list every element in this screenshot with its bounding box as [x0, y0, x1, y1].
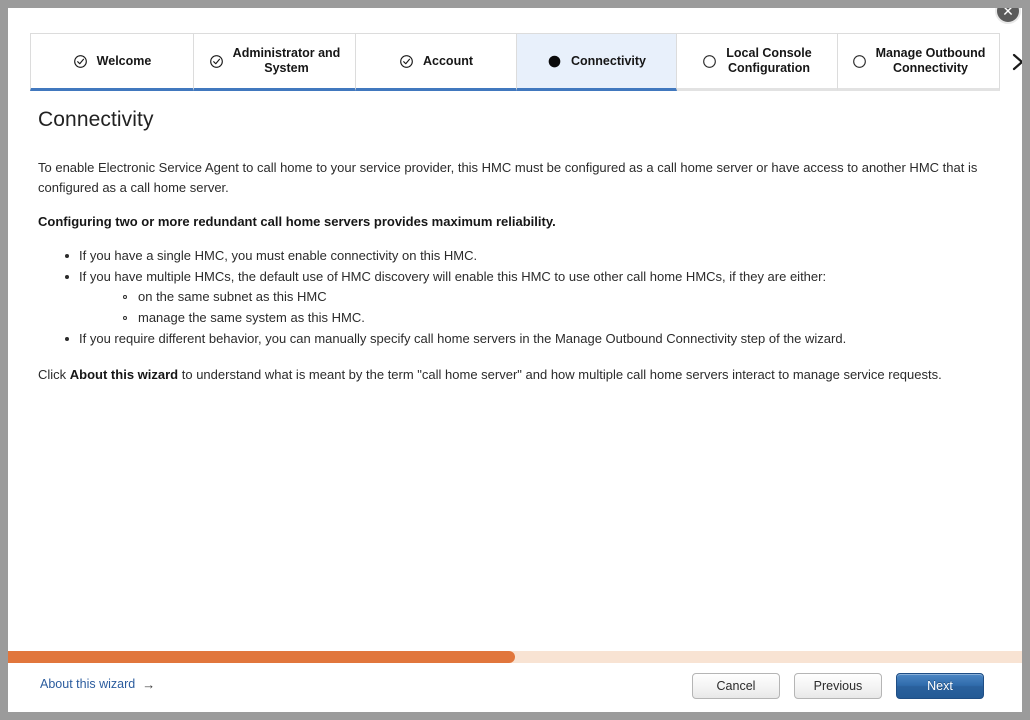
closing-paragraph: Click About this wizard to understand wh… — [38, 365, 984, 385]
subbullet-text: on the same subnet as this HMC — [138, 289, 327, 304]
subbullet-text: manage the same system as this HMC. — [138, 310, 365, 325]
close-icon[interactable]: ✕ — [995, 8, 1021, 24]
bullet-text: If you have multiple HMCs, the default u… — [79, 269, 827, 284]
bullet-text: If you require different behavior, you c… — [79, 331, 847, 346]
previous-button[interactable]: Previous — [794, 673, 882, 699]
emphasis-paragraph: Configuring two or more redundant call h… — [38, 214, 556, 229]
next-button[interactable]: Next — [896, 673, 984, 699]
wizard-progress-fill — [8, 651, 515, 663]
wizard-window: ✕ Welcome Administrator and System Account… — [8, 8, 1022, 712]
tab-label: Account — [423, 53, 473, 68]
tab-label: Connectivity — [570, 53, 646, 68]
cancel-button[interactable]: Cancel — [692, 673, 780, 699]
closing-suffix: to understand what is meant by the term … — [178, 367, 942, 382]
close-glyph: ✕ — [1002, 8, 1014, 19]
arrow-right-icon: → — [142, 676, 156, 692]
connectivity-bullet-list: If you have a single HMC, you must enabl… — [38, 246, 988, 349]
list-item: manage the same system as this HMC. — [123, 308, 988, 328]
empty-circle-icon — [852, 54, 866, 68]
tab-connectivity[interactable]: Connectivity — [517, 33, 677, 91]
about-this-wizard-label: About this wizard — [40, 677, 136, 691]
connectivity-subbullet-list: on the same subnet as this HMC manage th… — [79, 287, 988, 328]
check-circle-icon — [400, 54, 413, 68]
list-item: If you have a single HMC, you must enabl… — [65, 246, 988, 266]
wizard-content: Connectivity To enable Electronic Servic… — [38, 108, 988, 399]
wizard-progress-bar — [8, 651, 1022, 663]
tab-label: Administrator and System — [232, 46, 341, 75]
tab-label: Manage Outbound Connectivity — [875, 46, 986, 75]
tab-label: Welcome — [96, 53, 152, 68]
tab-account[interactable]: Account — [356, 33, 517, 91]
tab-welcome[interactable]: Welcome — [30, 33, 194, 91]
list-item: If you have multiple HMCs, the default u… — [65, 267, 988, 328]
tab-label: Local Console Configuration — [726, 46, 812, 75]
check-circle-icon — [209, 54, 223, 68]
bullet-text: If you have a single HMC, you must enabl… — [79, 248, 478, 263]
footer-button-group: Cancel Previous Next — [692, 673, 984, 699]
tab-administrator-and-system[interactable]: Administrator and System — [194, 33, 356, 91]
wizard-tabstrip: Welcome Administrator and System Account Co… — [30, 33, 1022, 91]
page-title: Connectivity — [38, 108, 154, 131]
about-this-wizard-link[interactable]: About this wizard → — [40, 677, 155, 691]
intro-paragraph: To enable Electronic Service Agent to ca… — [38, 160, 978, 195]
window-frame: ✕ Welcome Administrator and System Account… — [0, 0, 1030, 720]
closing-bold: About this wizard — [69, 367, 179, 382]
tab-local-console-configuration[interactable]: Local Console Configuration — [677, 33, 838, 91]
list-item: on the same subnet as this HMC — [123, 287, 988, 307]
wizard-footer: About this wizard → Cancel Previous Next — [8, 663, 1022, 712]
check-circle-icon — [73, 54, 87, 68]
tab-manage-outbound-connectivity[interactable]: Manage Outbound Connectivity — [838, 33, 1000, 91]
filled-circle-icon — [548, 55, 561, 67]
chevron-right-icon[interactable] — [1000, 33, 1022, 91]
closing-prefix: Click — [38, 367, 70, 382]
empty-circle-icon — [703, 54, 717, 68]
list-item: If you require different behavior, you c… — [65, 329, 988, 349]
